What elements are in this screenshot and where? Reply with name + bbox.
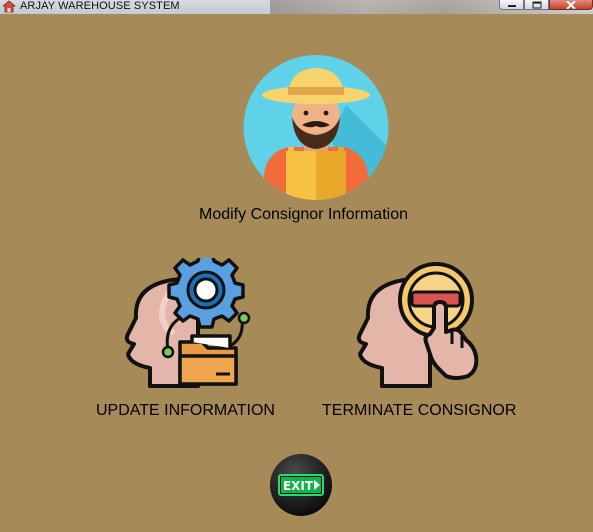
maximize-icon [532, 1, 541, 8]
title-bar[interactable]: ARJAY WAREHOUSE SYSTEM [0, 0, 593, 14]
modify-consignor-label[interactable]: Modify Consignor Information [199, 206, 408, 224]
maximize-button[interactable] [524, 0, 549, 10]
minimize-button[interactable] [499, 0, 524, 10]
minimize-icon [507, 4, 516, 7]
close-icon [566, 0, 576, 9]
terminate-consignor-label[interactable]: TERMINATE CONSIGNOR [322, 402, 516, 420]
exit-button[interactable]: EXIT [269, 453, 333, 517]
app-window: ARJAY WAREHOUSE SYSTEM Modify Consignor … [0, 0, 593, 532]
window-controls [499, 0, 593, 10]
update-information-label[interactable]: UPDATE INFORMATION [96, 402, 275, 420]
head-gear-folder-icon[interactable] [120, 258, 260, 390]
exit-label: EXIT [283, 479, 314, 493]
farmer-avatar-icon[interactable] [226, 55, 406, 200]
window-title: ARJAY WAREHOUSE SYSTEM [20, 0, 180, 12]
close-button[interactable] [549, 0, 593, 10]
house-icon[interactable] [2, 0, 16, 13]
head-minus-hand-icon[interactable] [352, 258, 487, 390]
